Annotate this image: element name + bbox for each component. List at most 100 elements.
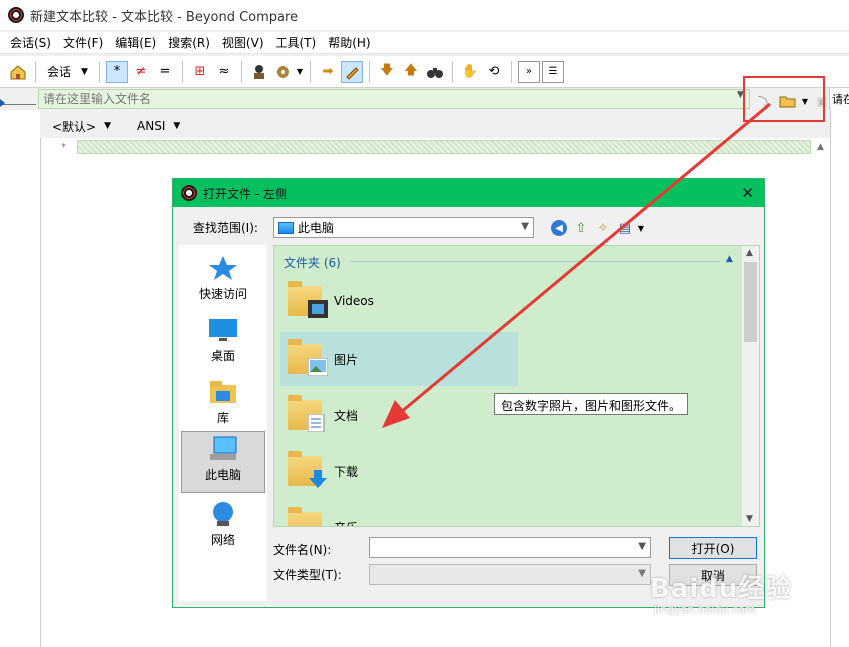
folder-name: 下载 [334,464,359,479]
place-this-pc[interactable]: 此电脑 [181,431,265,493]
chevron-down-icon[interactable]: ▼ [638,541,646,552]
left-margin [0,110,40,647]
menu-search[interactable]: 搜索(R) [162,34,216,51]
new-folder-icon[interactable]: ✧ [593,219,613,237]
format-icon[interactable] [272,61,294,83]
filetype-select[interactable]: ▼ [369,564,651,585]
star-icon [208,255,238,281]
folder-item[interactable]: 文档 [280,388,518,442]
chevron-down-icon[interactable]: ▼ [173,121,180,131]
show-differences-icon[interactable]: ≠ [130,61,152,83]
details-icon[interactable]: ☰ [541,60,564,83]
binoculars-icon[interactable] [424,61,446,83]
expand-icon[interactable]: » [517,60,540,83]
network-icon [208,501,238,527]
place-label: 网络 [210,533,235,547]
ignore-unimportant-icon[interactable]: ≈ [213,61,235,83]
scroll-down-icon[interactable]: ▼ [746,514,753,524]
path-bar: ▼ ⤵ ▼ ▣ [0,88,849,111]
group-divider [350,261,720,262]
menu-edit[interactable]: 编辑(E) [109,34,162,51]
show-same-icon[interactable]: = [154,61,176,83]
folder-item[interactable]: 图片 [280,332,518,386]
look-in-value: 此电脑 [298,221,335,235]
menu-view[interactable]: 视图(V) [216,34,270,51]
filetype-label: 文件类型(T): [273,568,342,582]
menu-session[interactable]: 会话(S) [4,34,57,51]
home-icon[interactable] [7,61,29,83]
music-folder-icon [288,507,322,526]
beyond-compare-logo-icon [8,7,24,23]
folder-item[interactable]: 音乐 [280,500,518,527]
chevron-down-icon[interactable]: ▼ [104,121,111,131]
next-difference-icon[interactable]: 🡇 [376,61,398,83]
up-folder-icon[interactable]: ⇧ [571,219,591,237]
videos-folder-icon [288,281,328,318]
pictures-folder-icon [288,339,328,376]
reload-icon[interactable]: ✋ [459,61,481,83]
place-label: 快速访问 [198,287,247,301]
menu-tools[interactable]: 工具(T) [270,34,323,51]
place-desktop[interactable]: 桌面 [181,313,265,373]
folder-item[interactable]: 下载 [280,444,518,498]
file-list-scrollbar[interactable]: ▲ ▼ [742,246,759,526]
toolbar-separator [240,60,242,83]
encoding-bar: <默认> ▼ ANSI ▼ [40,116,830,136]
left-pane-marker-icon [0,93,36,107]
context-icon[interactable]: ⊞ [189,61,211,83]
folder-item[interactable]: Videos [280,274,518,328]
dialog-title-bar: 打开文件 - 左侧 [173,179,764,207]
editor-empty-line[interactable] [77,140,811,154]
baidu-watermark-logo: Baidu经验 jingyan.baidu.com [650,568,792,616]
places-bar: 快速访问 桌面 库 此电脑 网络 [179,245,267,601]
refresh-icon[interactable]: ⟲ [483,61,505,83]
toolbar-separator [98,60,100,83]
documents-folder-icon [288,395,325,432]
dialog-title: 打开文件 - 左侧 [203,186,287,201]
session-dropdown[interactable]: 会话 ▼ [41,63,94,80]
chevron-down-icon[interactable]: ▼ [638,568,646,579]
menu-help[interactable]: 帮助(H) [322,34,376,51]
collapse-icon[interactable]: ▲ [726,254,733,264]
desktop-icon [208,317,238,343]
place-library[interactable]: 库 [181,375,265,435]
view-menu-icon[interactable]: ▤ [615,219,635,237]
back-icon[interactable]: ◀ [549,219,569,237]
computer-icon [208,436,238,462]
scrollbar-thumb[interactable] [744,262,757,342]
close-icon[interactable]: ✕ [741,184,754,202]
charset-dropdown[interactable]: ANSI [137,119,165,133]
folder-name: 音乐 [334,519,358,527]
place-quick-access[interactable]: 快速访问 [181,251,265,311]
toolbar-separator [309,60,311,83]
downloads-folder-icon [288,451,327,488]
line-marker-icon: * [61,142,66,153]
rules-icon[interactable] [248,61,270,83]
chevron-down-icon[interactable]: ▼ [637,219,645,237]
open-button[interactable]: 打开(O) [669,537,757,559]
menu-bar: 会话(S) 文件(F) 编辑(E) 搜索(R) 视图(V) 工具(T) 帮助(H… [0,32,849,54]
previous-difference-icon[interactable]: 🡅 [400,61,422,83]
look-in-dropdown[interactable]: 此电脑 ▼ [273,217,534,238]
format-dropdown[interactable]: <默认> [52,118,96,135]
chevron-down-icon[interactable]: ▼ [296,61,304,83]
swap-sides-icon[interactable]: ➡ [317,61,339,83]
show-all-icon[interactable]: * [105,60,128,83]
place-network[interactable]: 网络 [181,497,265,557]
right-path-input[interactable]: 请在 [829,88,849,110]
session-dropdown-label: 会话 [47,65,72,79]
group-header[interactable]: 文件夹 (6) [284,254,341,271]
left-path-input[interactable] [38,89,750,109]
right-pane [830,110,849,647]
toolbar-separator [368,60,370,83]
window-title: 新建文本比较 - 文本比较 - Beyond Compare [30,9,299,25]
folder-name: Videos [334,294,374,308]
menu-file[interactable]: 文件(F) [57,34,109,51]
scroll-up-icon[interactable]: ▲ [817,142,824,152]
computer-icon [278,221,294,234]
edit-icon[interactable] [340,60,363,83]
place-label: 桌面 [210,349,235,363]
scroll-up-icon[interactable]: ▲ [746,248,753,258]
filename-input[interactable]: ▼ [369,537,651,558]
file-list[interactable]: 文件夹 (6) ▲ Videos 图片 文档 下载 ▲ ▼ [273,245,760,527]
